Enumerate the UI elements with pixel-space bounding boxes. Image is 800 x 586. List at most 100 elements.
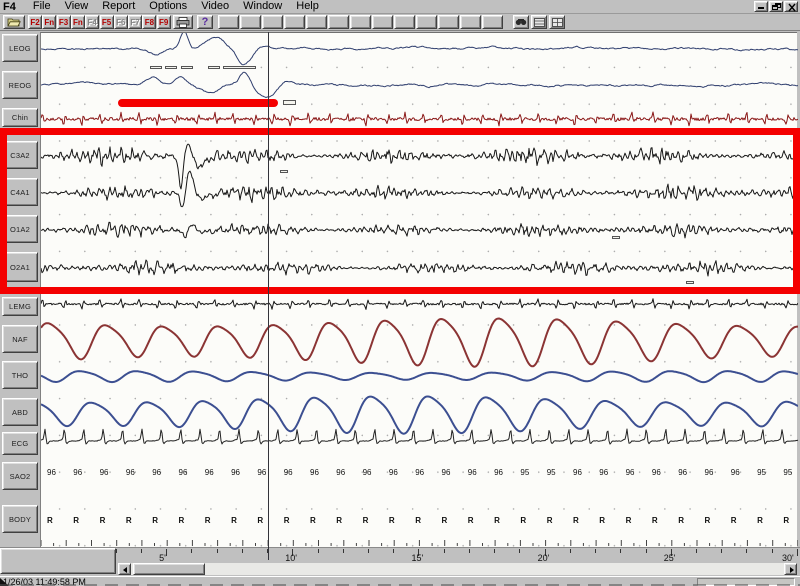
channel-label-body[interactable]: BODY: [2, 505, 38, 533]
blank-button-9[interactable]: [416, 15, 437, 29]
menu-view[interactable]: View: [58, 0, 96, 13]
split-view-button[interactable]: [549, 15, 565, 29]
blank-button-5[interactable]: [328, 15, 349, 29]
split-view-icon: [552, 18, 563, 27]
psg-application-window: F4 FileViewReportOptionsVideoWindowHelp: [0, 0, 800, 586]
channel-label-naf[interactable]: NAF: [2, 325, 38, 353]
tho-waveform: [41, 371, 798, 382]
body-position-value: R: [179, 516, 185, 525]
montage-view-button[interactable]: [531, 15, 547, 29]
body-position-value: R: [126, 516, 132, 525]
blank-button-2[interactable]: [262, 15, 283, 29]
body-position-value: R: [415, 516, 421, 525]
sao2-value: 96: [126, 468, 135, 477]
scroll-right-button[interactable]: [784, 563, 797, 575]
horizontal-scrollbar[interactable]: [118, 563, 797, 575]
blank-button-6[interactable]: [350, 15, 371, 29]
sao2-value: 96: [284, 468, 293, 477]
blank-button-7[interactable]: [372, 15, 393, 29]
fkey-button-f2-0[interactable]: F2: [28, 15, 42, 29]
body-position-value: R: [599, 516, 605, 525]
c3a2-waveform: [41, 144, 798, 189]
menu-window[interactable]: Window: [236, 0, 289, 13]
axis-minor-tick: [393, 549, 394, 553]
printer-icon: [176, 17, 190, 28]
channel-label-leog[interactable]: LEOG: [2, 34, 38, 62]
scroll-right-icon: [790, 567, 794, 573]
channel-label-sao2[interactable]: SAO2: [2, 462, 38, 490]
body-position-value: R: [494, 516, 500, 525]
blank-button-3[interactable]: [284, 15, 305, 29]
channel-label-tho[interactable]: THO: [2, 361, 38, 389]
fkey-button-f7-7[interactable]: F7: [128, 15, 142, 29]
menu-file[interactable]: File: [26, 0, 58, 13]
channel-label-o2a1[interactable]: O2A1: [2, 252, 38, 282]
sao2-value: 96: [363, 468, 372, 477]
fkey-button-f5-5[interactable]: F5: [100, 15, 114, 29]
blank-button-8[interactable]: [394, 15, 415, 29]
axis-minor-tick: [217, 549, 218, 553]
scroll-left-button[interactable]: [118, 563, 131, 575]
axis-corner-panel: [0, 548, 116, 574]
waveform-canvas[interactable]: 9696969696969696969696969696969696969595…: [40, 32, 797, 547]
close-button[interactable]: [784, 1, 798, 12]
body-position-value: R: [757, 516, 763, 525]
fkey-button-fn-1[interactable]: Fn: [42, 15, 56, 29]
channel-label-o1a2[interactable]: O1A2: [2, 215, 38, 243]
ecg-waveform: [41, 429, 798, 444]
menu-help[interactable]: Help: [289, 0, 326, 13]
axis-minor-tick: [318, 549, 319, 553]
sao2-value: 96: [47, 468, 56, 477]
help-button[interactable]: ?: [197, 15, 213, 29]
blank-button-0[interactable]: [218, 15, 239, 29]
axis-minor-tick: [772, 549, 773, 553]
body-position-value: R: [731, 516, 737, 525]
menu-report[interactable]: Report: [95, 0, 142, 13]
channel-label-c4a1[interactable]: C4A1: [2, 178, 38, 206]
scrollbar-thumb[interactable]: [133, 563, 205, 575]
highlight-bar-handle[interactable]: [283, 100, 296, 105]
menu-options[interactable]: Options: [142, 0, 194, 13]
body-position-value: R: [284, 516, 290, 525]
print-button[interactable]: [173, 15, 193, 29]
axis-label: 15': [411, 553, 423, 563]
fkey-button-f4-4[interactable]: F4: [85, 15, 99, 29]
channel-label-reog[interactable]: REOG: [2, 71, 38, 99]
body-position-value: R: [626, 516, 632, 525]
channel-label-c3a2[interactable]: C3A2: [2, 141, 38, 169]
open-file-button[interactable]: [3, 15, 25, 29]
video-view-button[interactable]: [513, 15, 529, 29]
sao2-value: 96: [678, 468, 687, 477]
fkey-button-f9-9[interactable]: F9: [157, 15, 171, 29]
minimize-button[interactable]: [754, 1, 768, 12]
fkey-button-f6-6[interactable]: F6: [114, 15, 128, 29]
fkey-button-f8-8[interactable]: F8: [142, 15, 156, 29]
fkey-button-fn-3[interactable]: Fn: [71, 15, 85, 29]
fkey-button-f3-2[interactable]: F3: [57, 15, 71, 29]
event-marker: [612, 236, 620, 239]
blank-button-4[interactable]: [306, 15, 327, 29]
sao2-value: 96: [705, 468, 714, 477]
axis-minor-tick: [646, 549, 647, 553]
blank-button-12[interactable]: [482, 15, 503, 29]
channel-label-ecg[interactable]: ECG: [2, 432, 38, 455]
blank-button-10[interactable]: [438, 15, 459, 29]
axis-label: 10': [285, 553, 297, 563]
axis-label: 25': [664, 553, 676, 563]
sao2-value: 96: [626, 468, 635, 477]
blank-button-11[interactable]: [460, 15, 481, 29]
blank-button-1[interactable]: [240, 15, 261, 29]
restore-button[interactable]: [769, 1, 783, 12]
body-position-value: R: [363, 516, 369, 525]
channel-label-abd[interactable]: ABD: [2, 398, 38, 426]
sao2-value: 96: [494, 468, 503, 477]
channel-label-column: LEOG REOG Chin C3A2 C4A1 O1A2 O2A1 LEMG NAF THO AB…: [0, 31, 40, 548]
body-position-value: R: [47, 516, 53, 525]
sao2-value: 96: [336, 468, 345, 477]
channel-label-chin[interactable]: Chin: [2, 108, 38, 127]
body-position-value: R: [100, 516, 106, 525]
menu-video[interactable]: Video: [194, 0, 236, 13]
body-position-value: R: [205, 516, 211, 525]
eye-movement-marker: [208, 66, 220, 69]
channel-label-lemg[interactable]: LEMG: [2, 297, 38, 316]
